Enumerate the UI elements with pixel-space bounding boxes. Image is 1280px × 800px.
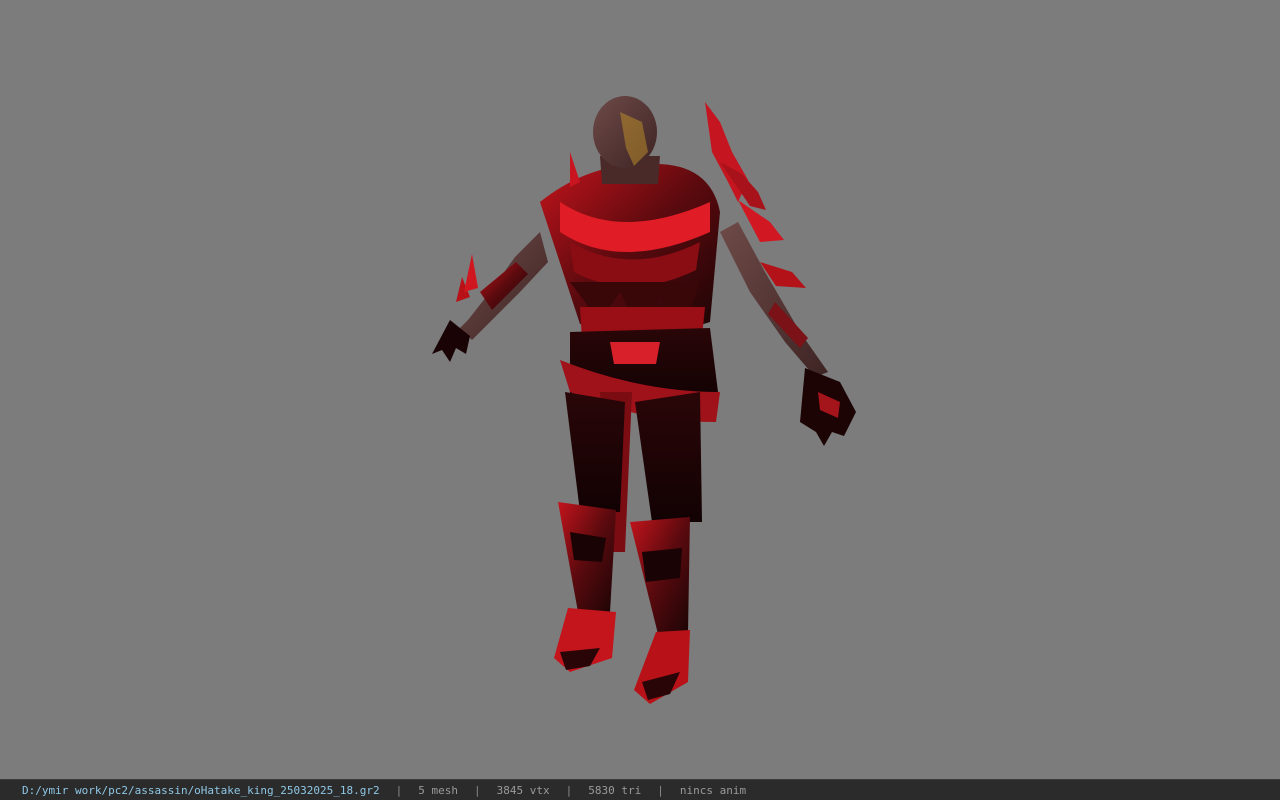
triangle-count-label: 5830 tri (588, 783, 642, 797)
vertex-count-label: 3845 vtx (496, 783, 550, 797)
separator: | (565, 783, 573, 797)
separator: | (395, 783, 403, 797)
separator: | (657, 783, 664, 797)
mesh-count-label: 5 mesh (418, 783, 458, 797)
animation-status-label: nincs anim (679, 783, 747, 797)
status-bar: D:/ymir work/pc2/assassin/oHatake_king_2… (0, 779, 1280, 800)
character-model (432, 96, 856, 704)
file-path-label: D:/ymir work/pc2/assassin/oHatake_king_2… (22, 783, 380, 797)
separator: | (474, 783, 481, 797)
3d-viewport[interactable] (0, 0, 1280, 779)
